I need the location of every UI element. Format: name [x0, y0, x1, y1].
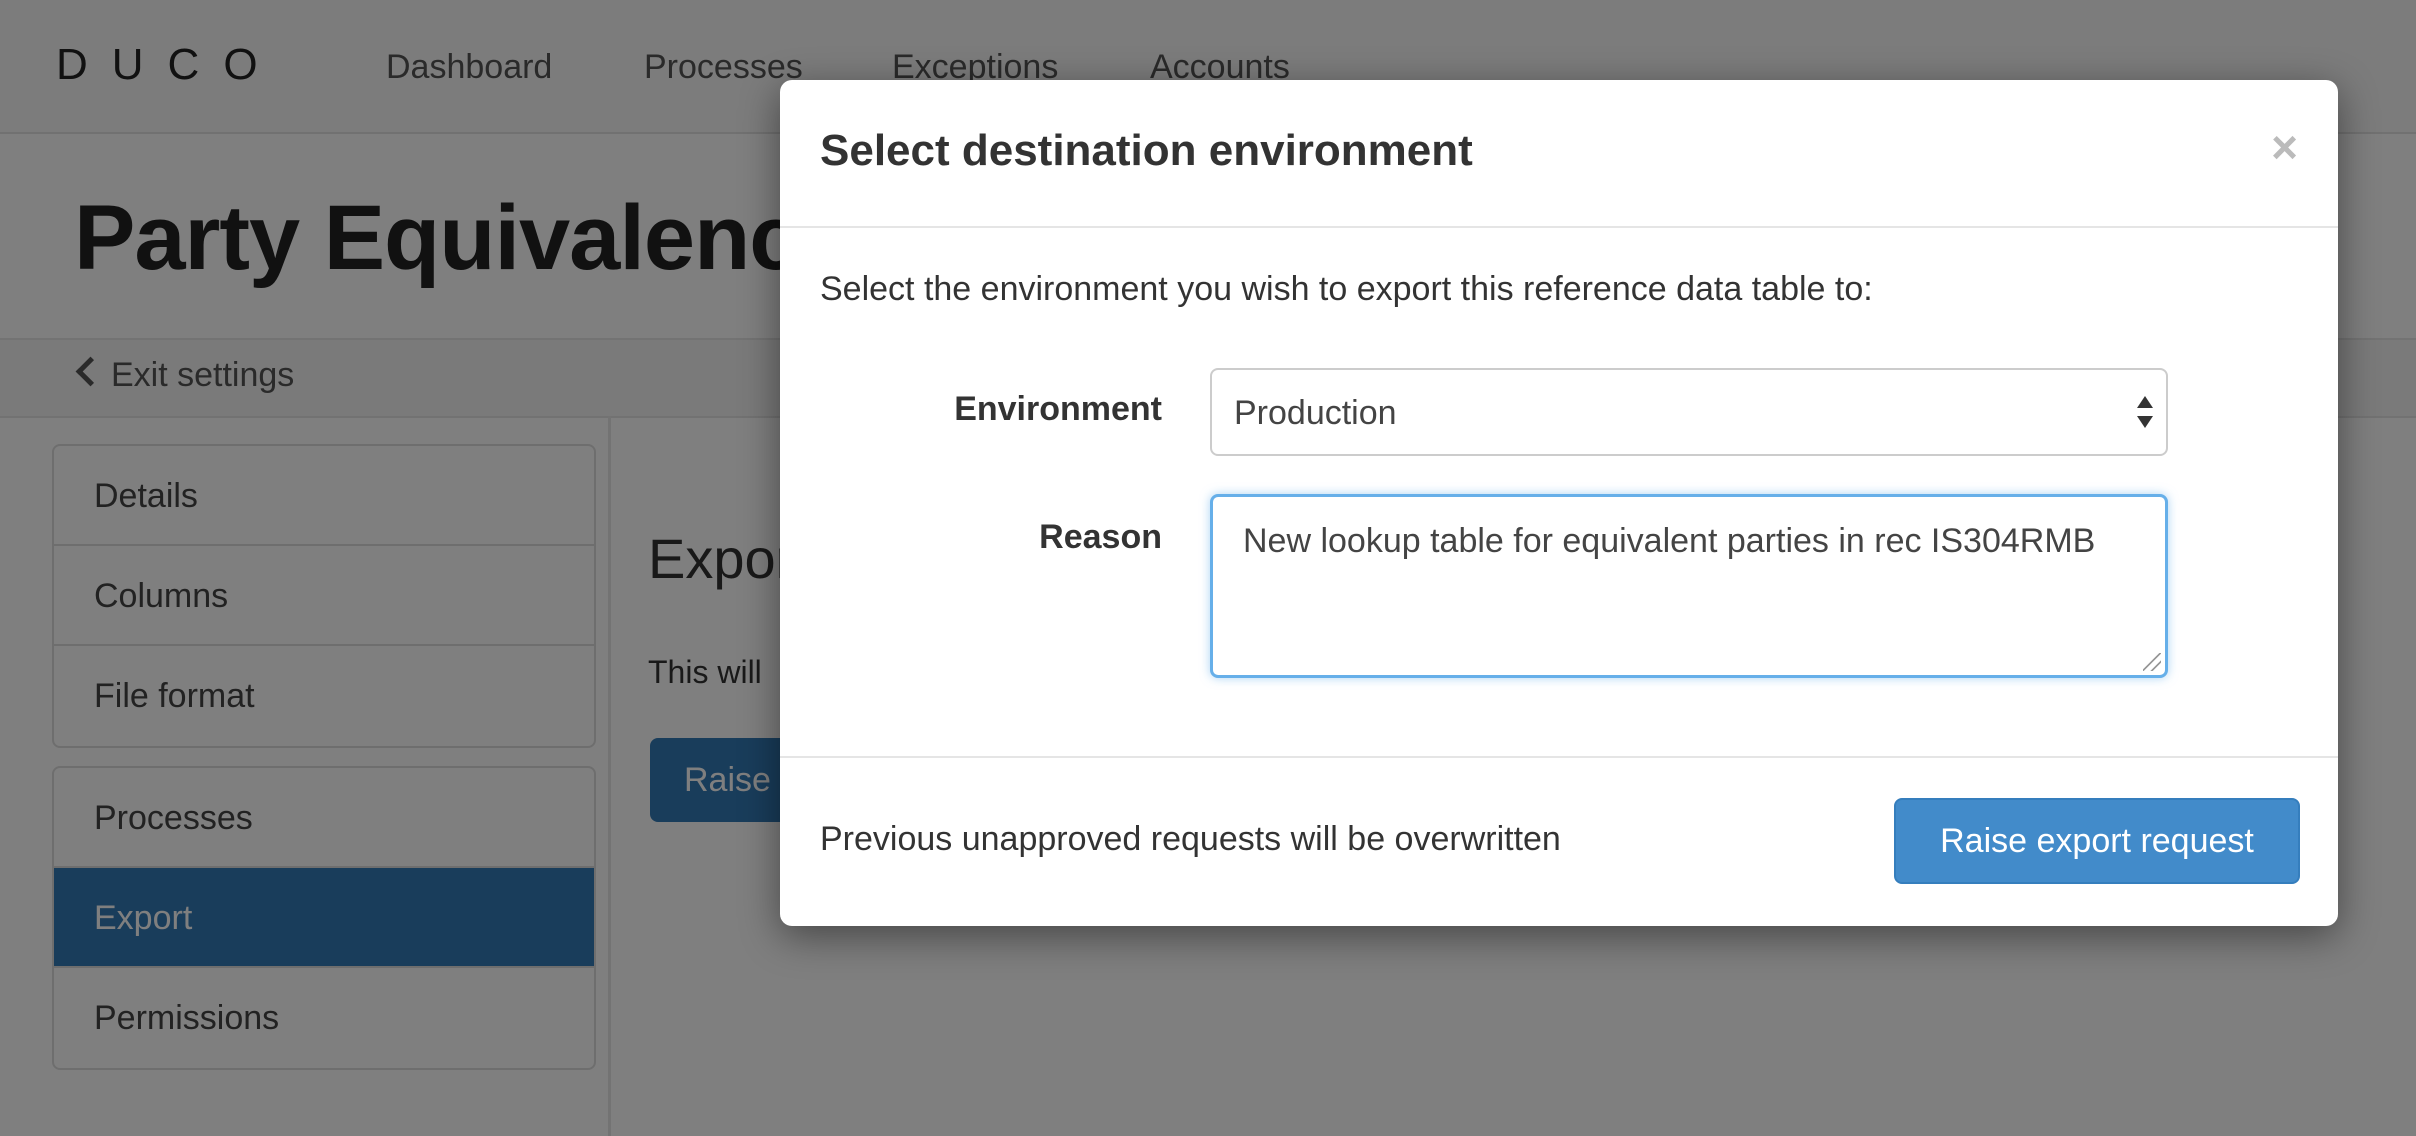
reason-textarea[interactable]: New lookup table for equivalent parties … — [1210, 494, 2168, 678]
environment-select-value: Production — [1234, 394, 1397, 432]
reason-text: New lookup table for equivalent parties … — [1243, 522, 2096, 560]
reason-label: Reason — [1039, 518, 1162, 556]
modal-header: Select destination environment × — [780, 80, 2338, 228]
modal-title: Select destination environment — [820, 126, 1473, 175]
export-modal: Select destination environment × Select … — [780, 80, 2338, 926]
close-icon[interactable]: × — [2271, 124, 2298, 170]
environment-label: Environment — [954, 390, 1162, 428]
resize-handle-icon[interactable] — [2143, 653, 2161, 671]
overwrite-warning: Previous unapproved requests will be ove… — [820, 820, 1561, 858]
raise-export-request-button[interactable]: Raise export request — [1894, 798, 2300, 884]
select-arrows-icon — [2136, 394, 2154, 434]
modal-footer: Previous unapproved requests will be ove… — [780, 756, 2338, 926]
environment-select[interactable]: Production — [1210, 368, 2168, 456]
modal-intro-text: Select the environment you wish to expor… — [820, 270, 1873, 308]
